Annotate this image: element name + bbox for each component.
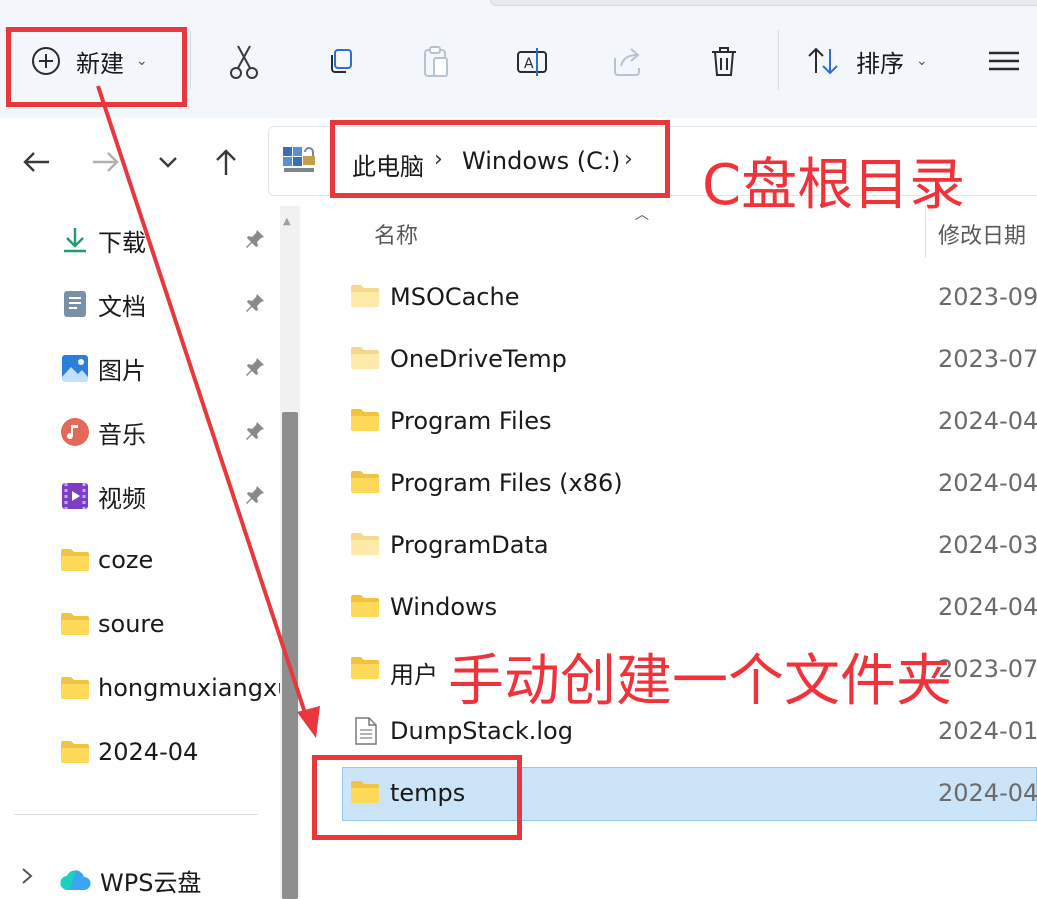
- annotation-arrow-head: [297, 706, 320, 738]
- annotation-arrow: [96, 85, 320, 738]
- annotation-arrow-line: [96, 85, 310, 723]
